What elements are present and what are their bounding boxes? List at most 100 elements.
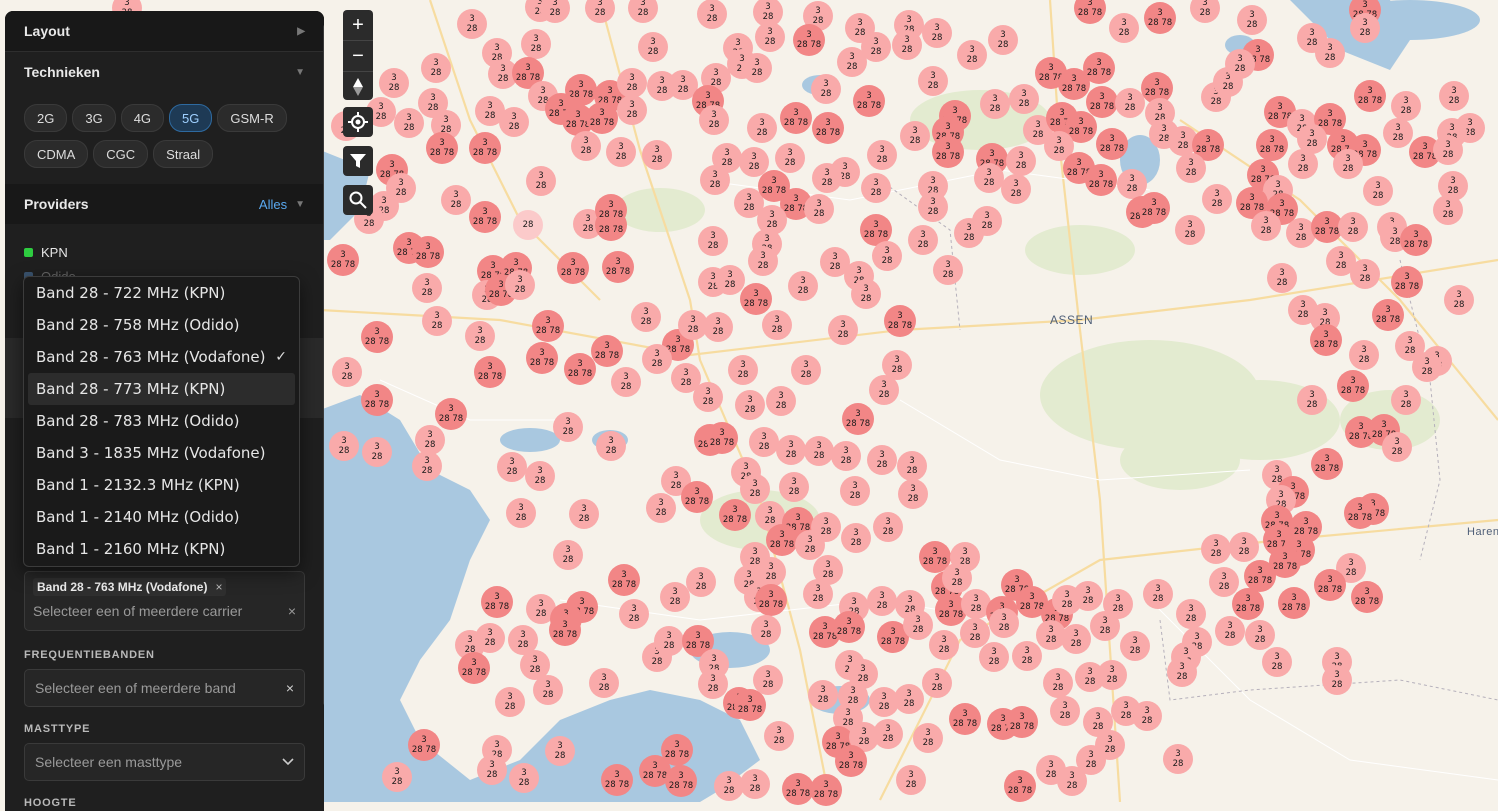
cell-tower-marker[interactable]: 328 <box>499 107 529 137</box>
cell-tower-marker[interactable]: 328 <box>1095 730 1125 760</box>
technique-chip-cgc[interactable]: CGC <box>93 140 149 168</box>
cell-tower-marker[interactable]: 328 78 <box>755 584 787 616</box>
locate-button[interactable] <box>343 107 373 137</box>
cell-tower-marker[interactable]: 328 78 <box>602 251 634 283</box>
cell-tower-marker[interactable]: 328 <box>748 246 778 276</box>
cell-tower-marker[interactable]: 328 <box>475 623 505 653</box>
cell-tower-marker[interactable]: 328 <box>697 0 727 29</box>
cell-tower-marker[interactable]: 328 <box>811 74 841 104</box>
carrier-option[interactable]: Band 28 - 722 MHz (KPN) <box>24 277 299 309</box>
cell-tower-marker[interactable]: 328 <box>457 9 487 39</box>
cell-tower-marker[interactable]: 328 <box>1167 657 1197 687</box>
cell-tower-marker[interactable]: 328 <box>611 367 641 397</box>
cell-tower-marker[interactable]: 328 <box>1229 532 1259 562</box>
cell-tower-marker[interactable]: 328 <box>974 163 1004 193</box>
cell-tower-marker[interactable]: 328 78 <box>734 689 766 721</box>
cell-tower-marker[interactable]: 328 <box>631 302 661 332</box>
cell-tower-marker[interactable]: 328 <box>980 89 1010 119</box>
cell-tower-marker[interactable]: 328 <box>642 344 672 374</box>
cell-tower-marker[interactable]: 328 <box>1391 91 1421 121</box>
carrier-option[interactable]: Band 28 - 773 MHz (KPN) <box>28 373 295 405</box>
cell-tower-marker[interactable]: 328 78 <box>1344 497 1376 529</box>
cell-tower-marker[interactable]: 328 <box>828 315 858 345</box>
cell-tower-marker[interactable]: 328 <box>764 721 794 751</box>
cell-tower-marker[interactable]: 328 <box>867 586 897 616</box>
cell-tower-marker[interactable]: 328 78 <box>842 403 874 435</box>
cell-tower-marker[interactable]: 328 <box>831 441 861 471</box>
cell-tower-marker[interactable]: 328 78 <box>1096 128 1128 160</box>
cell-tower-marker[interactable]: 328 <box>1225 49 1255 79</box>
cell-tower-marker[interactable]: 328 78 <box>469 201 501 233</box>
technique-chip-4g[interactable]: 4G <box>120 104 165 132</box>
cell-tower-marker[interactable]: 328 78 <box>766 524 798 556</box>
cell-tower-marker[interactable]: 328 <box>495 687 525 717</box>
zoom-in-button[interactable]: + <box>343 10 373 41</box>
cell-tower-marker[interactable]: 328 <box>1297 385 1327 415</box>
cell-tower-marker[interactable]: 328 <box>742 53 772 83</box>
cell-tower-marker[interactable]: 328 78 <box>361 321 393 353</box>
cell-tower-marker[interactable]: 328 78 <box>474 356 506 388</box>
cell-tower-marker[interactable]: 328 78 <box>833 611 865 643</box>
cell-tower-marker[interactable]: 328 78 <box>884 305 916 337</box>
cell-tower-marker[interactable]: 328 <box>1073 581 1103 611</box>
layout-section-header[interactable]: Layout ▶ <box>5 11 324 51</box>
technieken-section-header[interactable]: Technieken ▼ <box>5 52 324 92</box>
cell-tower-marker[interactable]: 328 78 <box>532 310 564 342</box>
cell-tower-marker[interactable]: 328 <box>589 668 619 698</box>
technique-chip-2g[interactable]: 2G <box>24 104 68 132</box>
cell-tower-marker[interactable]: 328 <box>379 68 409 98</box>
cell-tower-marker[interactable]: 328 <box>329 431 359 461</box>
cell-tower-marker[interactable]: 328 <box>1412 352 1442 382</box>
cell-tower-marker[interactable]: 328 <box>1036 755 1066 785</box>
cell-tower-marker[interactable]: 328 <box>1338 212 1368 242</box>
cell-tower-marker[interactable]: 328 78 <box>426 132 458 164</box>
cell-tower-marker[interactable]: 328 <box>740 474 770 504</box>
cell-tower-marker[interactable]: 328 <box>1061 624 1091 654</box>
cell-tower-marker[interactable]: 328 78 <box>1314 569 1346 601</box>
cell-tower-marker[interactable]: 328 <box>465 321 495 351</box>
cell-tower-marker[interactable]: 328 <box>957 40 987 70</box>
cell-tower-marker[interactable]: 328 78 <box>681 481 713 513</box>
compass-button[interactable] <box>343 72 373 100</box>
cell-tower-marker[interactable]: 328 <box>892 30 922 60</box>
filter-button[interactable] <box>343 146 373 176</box>
zoom-out-button[interactable]: − <box>343 41 373 72</box>
cell-tower-marker[interactable]: 328 <box>553 412 583 442</box>
cell-tower-marker[interactable]: 328 78 <box>1256 129 1288 161</box>
cell-tower-marker[interactable]: 328 78 <box>835 745 867 777</box>
cell-tower-marker[interactable]: 328 78 <box>1144 2 1176 34</box>
cell-tower-marker[interactable]: 328 <box>1382 432 1412 462</box>
cell-tower-marker[interactable]: 328 <box>788 271 818 301</box>
cell-tower-marker[interactable]: 328 <box>1333 149 1363 179</box>
cell-tower-marker[interactable]: 328 <box>747 113 777 143</box>
cell-tower-marker[interactable]: 328 78 <box>608 564 640 596</box>
cell-tower-marker[interactable]: 328 <box>545 736 575 766</box>
cell-tower-marker[interactable]: 328 <box>540 0 570 23</box>
cell-tower-marker[interactable]: 328 <box>735 390 765 420</box>
cell-tower-marker[interactable]: 328 <box>441 185 471 215</box>
technique-chip-5g[interactable]: 5G <box>169 104 213 132</box>
cell-tower-marker[interactable]: 328 <box>1444 285 1474 315</box>
cell-tower-marker[interactable]: 328 78 <box>1006 706 1038 738</box>
cell-tower-marker[interactable]: 328 <box>617 68 647 98</box>
cell-tower-marker[interactable]: 328 <box>808 680 838 710</box>
cell-tower-marker[interactable]: 328 78 <box>810 774 842 806</box>
cell-tower-marker[interactable]: 328 <box>412 451 442 481</box>
cell-tower-marker[interactable]: 328 <box>1209 567 1239 597</box>
cell-tower-marker[interactable]: 328 78 <box>1138 192 1170 224</box>
cell-tower-marker[interactable]: 328 78 <box>412 236 444 268</box>
cell-tower-marker[interactable]: 328 <box>861 173 891 203</box>
cell-tower-marker[interactable]: 328 78 <box>1086 86 1118 118</box>
cell-tower-marker[interactable]: 328 <box>872 241 902 271</box>
cell-tower-marker[interactable]: 328 <box>766 386 796 416</box>
cell-tower-marker[interactable]: 328 <box>619 599 649 629</box>
cell-tower-marker[interactable]: 328 78 <box>793 24 825 56</box>
cell-tower-marker[interactable]: 328 <box>1322 665 1352 695</box>
frequentiebanden-select[interactable]: Selecteer een of meerdere band × <box>24 669 305 707</box>
cell-tower-marker[interactable]: 328 <box>918 66 948 96</box>
cell-tower-marker[interactable]: 328 <box>606 137 636 167</box>
cell-tower-marker[interactable]: 328 <box>698 669 728 699</box>
cell-tower-marker[interactable]: 328 <box>477 755 507 785</box>
cell-tower-marker[interactable]: 328 <box>728 355 758 385</box>
cell-tower-marker[interactable]: 328 <box>791 355 821 385</box>
